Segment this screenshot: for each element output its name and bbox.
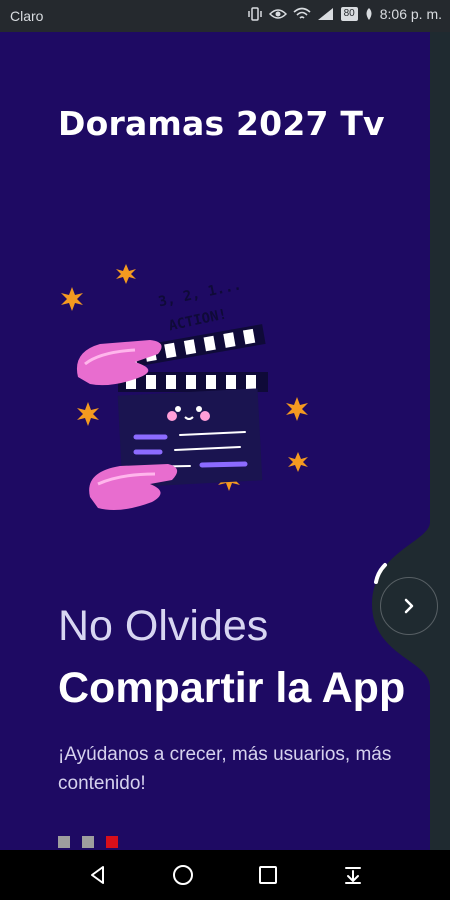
page-indicator xyxy=(58,836,118,848)
carrier-label: Claro xyxy=(10,8,44,24)
signal-icon xyxy=(317,8,333,20)
home-button[interactable] xyxy=(168,860,198,890)
page-dot-1[interactable] xyxy=(58,836,70,848)
eye-icon xyxy=(268,9,287,19)
recents-icon xyxy=(259,866,277,884)
bottom-hand xyxy=(89,464,178,510)
back-icon xyxy=(91,866,104,884)
chevron-right-icon xyxy=(404,598,414,614)
onboarding-screen: Doramas 2027 Tv 3, 2, 1... ACTION! No Ol… xyxy=(0,32,450,850)
battery-indicator: 80 xyxy=(340,7,358,21)
heading-light: No Olvides xyxy=(58,602,269,650)
back-button[interactable] xyxy=(83,860,113,890)
leaf-icon xyxy=(366,8,372,20)
clapperboard-illustration: 3, 2, 1... ACTION! xyxy=(61,264,308,510)
page-dot-2[interactable] xyxy=(82,836,94,848)
clock: 8:06 p. m. xyxy=(379,6,442,22)
status-bar: Claro 80 8:06 p. m. xyxy=(0,0,450,32)
wifi-icon xyxy=(293,7,311,19)
status-icons: 80 8:06 p. m. xyxy=(247,6,442,22)
home-icon xyxy=(173,865,193,885)
clapper-text-action: ACTION! xyxy=(167,306,228,334)
vibrate-icon xyxy=(247,7,262,21)
clapper-text-countdown: 3, 2, 1... xyxy=(157,277,243,310)
recents-button[interactable] xyxy=(253,860,283,890)
next-button[interactable] xyxy=(380,577,438,635)
notifications-icon xyxy=(345,867,361,884)
navigation-bar xyxy=(0,850,450,900)
notifications-button[interactable] xyxy=(338,860,368,890)
subtitle-text: ¡Ayúdanos a crecer, más usuarios, más co… xyxy=(58,744,392,794)
page-dot-3-active[interactable] xyxy=(106,836,118,848)
app-title: Doramas 2027 Tv xyxy=(58,104,385,143)
heading-bold: Compartir la App xyxy=(58,664,406,712)
